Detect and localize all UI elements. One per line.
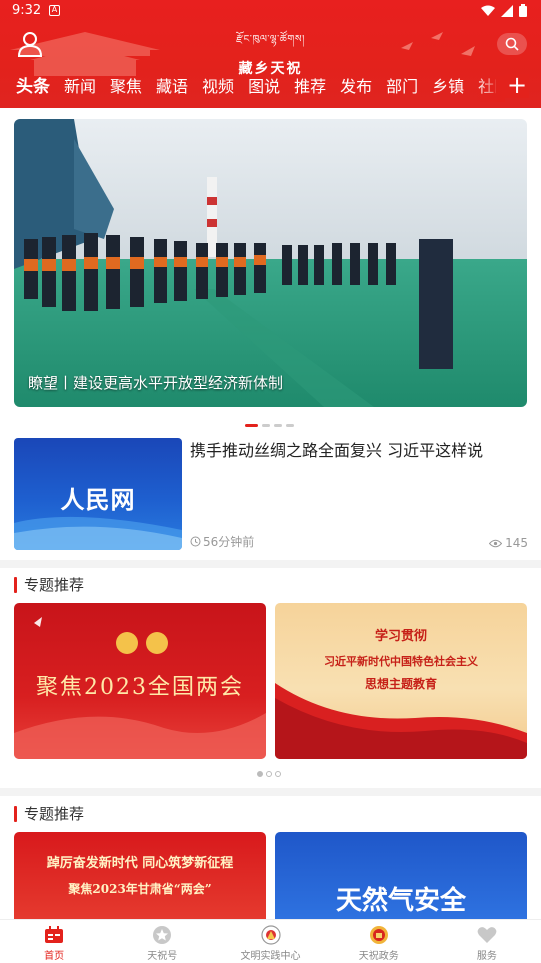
card-line-2: 习近平新时代中国特色社会主义 <box>324 655 478 668</box>
eye-icon <box>489 539 503 547</box>
battery-icon <box>519 4 527 17</box>
star-icon <box>151 925 173 945</box>
card-title: 天然气安全 <box>335 886 466 916</box>
search-icon <box>505 37 519 51</box>
nav-label: 天祝号 <box>147 951 178 962</box>
tab-news[interactable]: 新闻 <box>64 76 96 102</box>
user-profile-button[interactable] <box>16 30 44 58</box>
notification-a-icon: A <box>49 5 60 16</box>
tab-recommend[interactable]: 推荐 <box>294 76 326 102</box>
news-time-text: 56分钟前 <box>203 535 255 549</box>
app-name: 藏乡天祝 <box>238 61 303 77</box>
news-views-count: 145 <box>505 536 528 550</box>
topic-carousel-indicator <box>257 771 281 777</box>
wifi-icon <box>481 5 495 16</box>
carousel-dot <box>257 771 263 777</box>
carousel-dot <box>245 424 258 427</box>
emblem-icon <box>260 925 282 945</box>
news-thumbnail: 人民网 <box>14 438 182 550</box>
nav-label: 首页 <box>44 951 65 962</box>
carousel-dot <box>275 771 281 777</box>
carousel-indicator <box>245 424 294 427</box>
section-title: 专题推荐 <box>14 577 84 593</box>
carousel-dot <box>286 424 294 427</box>
system-icons <box>481 4 527 17</box>
nav-label: 文明实践中心 <box>240 951 301 962</box>
carousel-dot <box>266 771 272 777</box>
tab-focus[interactable]: 聚焦 <box>110 76 142 102</box>
news-time: 56分钟前 <box>190 533 254 550</box>
app-name-tibetan: རྫོང་ཁུལ་ལྷ་ཚོགས། <box>236 34 305 45</box>
section-divider <box>0 788 541 796</box>
tab-video[interactable]: 视频 <box>202 76 234 102</box>
gov-emblem-icon <box>368 925 390 945</box>
card-line-1: 踔厉奋发新时代 同心筑梦新征程 <box>46 856 234 871</box>
topic-card-new-era[interactable]: 踔厉奋发新时代 同心筑梦新征程 聚焦2023年甘肃省“两会” <box>14 832 266 919</box>
tab-tibetan[interactable]: 藏语 <box>156 76 188 102</box>
hero-photo <box>14 119 527 407</box>
hero-banner[interactable]: 瞭望丨建设更高水平开放型经济新体制 <box>14 119 527 407</box>
card-line-1: 学习贯彻 <box>374 629 427 644</box>
crane-decoration <box>401 32 475 56</box>
carousel-dot <box>274 424 282 427</box>
user-icon <box>17 32 43 57</box>
app-logo: རྫོང་ཁུལ་ལྷ་ཚོགས། 藏乡天祝 <box>200 28 341 78</box>
thumbnail-logo-text: 人民网 <box>60 485 136 514</box>
channel-tabs: 头条 新闻 聚焦 藏语 视频 图说 推荐 发布 部门 乡镇 社区 <box>16 76 496 102</box>
tab-fade <box>475 76 505 102</box>
topic-card-two-sessions[interactable]: 聚焦2023全国两会 <box>14 603 266 759</box>
carousel-dot <box>262 424 270 427</box>
nav-label: 天祝政务 <box>358 951 399 962</box>
card-title: 聚焦2023全国两会 <box>36 675 244 700</box>
tab-department[interactable]: 部门 <box>386 76 418 102</box>
nav-label: 服务 <box>476 951 497 962</box>
section-title: 专题推荐 <box>14 806 84 822</box>
calendar-icon <box>43 925 65 945</box>
card-line-2: 聚焦2023年甘肃省“两会” <box>68 882 212 896</box>
nav-government-affairs[interactable]: 天祝政务 <box>325 920 433 963</box>
news-list-item[interactable]: 人民网 携手推动丝绸之路全面复兴 习近平这样说 56分钟前 145 <box>14 438 528 550</box>
tab-release[interactable]: 发布 <box>340 76 372 102</box>
tab-township[interactable]: 乡镇 <box>432 76 464 102</box>
hero-caption: 瞭望丨建设更高水平开放型经济新体制 <box>28 374 284 392</box>
topic-card-gas-safety[interactable]: 天然气安全 <box>275 832 527 919</box>
section-divider <box>0 560 541 568</box>
nav-civilization-center[interactable]: 文明实践中心 <box>216 920 324 963</box>
signal-icon <box>501 4 513 17</box>
nav-home[interactable]: 首页 <box>0 920 108 963</box>
nav-services[interactable]: 服务 <box>433 920 541 963</box>
add-channel-button[interactable]: + <box>505 73 529 98</box>
tab-headlines[interactable]: 头条 <box>16 76 50 102</box>
topic-card-theme-education[interactable]: 学习贯彻 习近平新时代中国特色社会主义 思想主题教育 <box>275 603 527 759</box>
news-views: 145 <box>489 536 528 550</box>
card-line-3: 思想主题教育 <box>364 677 437 691</box>
news-title: 携手推动丝绸之路全面复兴 习近平这样说 <box>190 441 484 460</box>
search-button[interactable] <box>497 33 527 55</box>
status-time: 9:32 <box>12 3 42 18</box>
top-header: 9:32 A རྫོང་ཁུལ་ལྷ་ཚོགས། 藏乡天祝 头条 新闻 聚焦 藏… <box>0 0 541 108</box>
bottom-navigation: 首页 天祝号 文明实践中心 天祝政务 服务 <box>0 919 541 963</box>
clock-icon <box>190 536 201 547</box>
nav-tianzhu-account[interactable]: 天祝号 <box>108 920 216 963</box>
tab-photo[interactable]: 图说 <box>248 76 280 102</box>
heart-icon <box>476 925 498 945</box>
status-bar: 9:32 A <box>0 0 541 22</box>
